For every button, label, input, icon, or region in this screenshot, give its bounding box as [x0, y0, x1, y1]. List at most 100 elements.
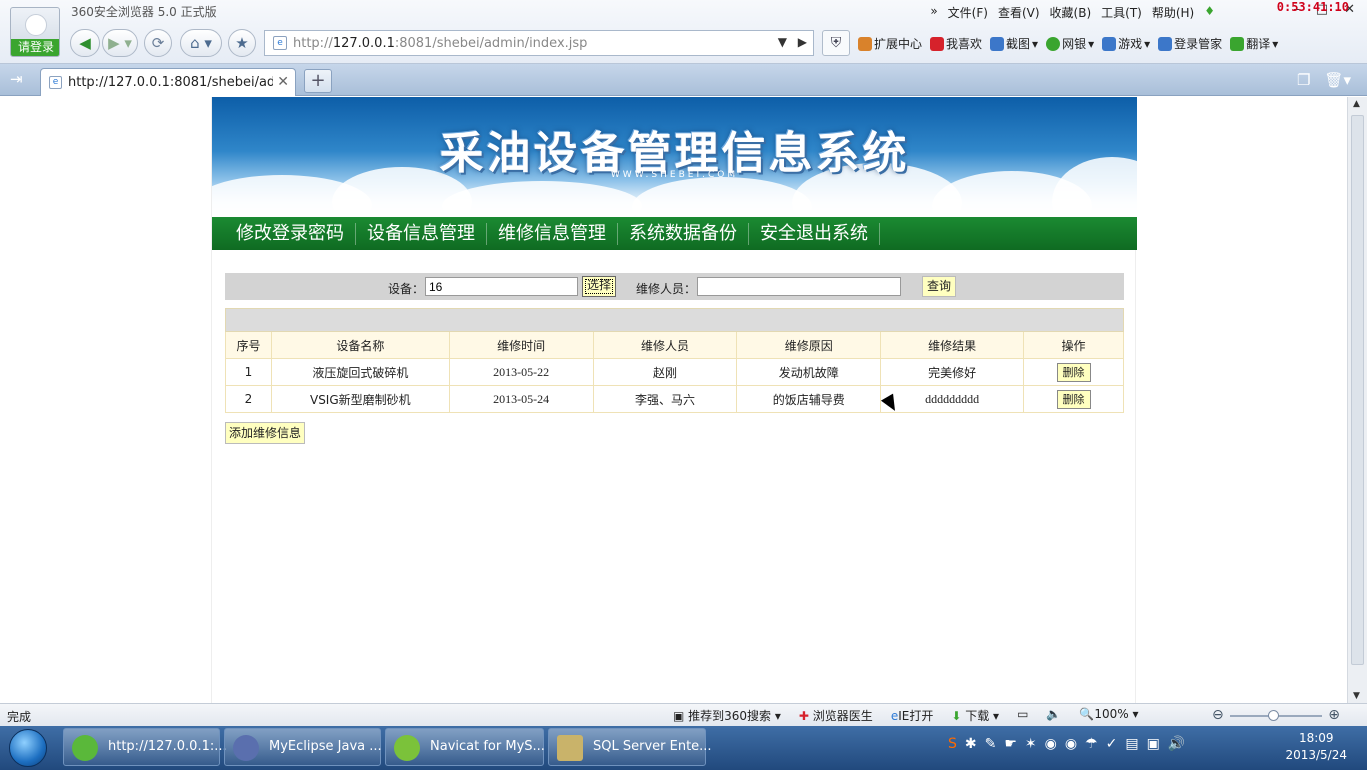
- address-bar[interactable]: e http://127.0.0.1:8081/shebei/admin/ind…: [264, 30, 814, 56]
- zoom-button[interactable]: 🔍100% ▾: [1079, 707, 1138, 724]
- chevron-down-icon[interactable]: ▼: [778, 35, 787, 49]
- tray-app-icon[interactable]: ☂: [1085, 736, 1098, 752]
- column-header: 维修人员: [592, 331, 738, 359]
- zoom-knob[interactable]: [1268, 710, 1279, 721]
- add-repair-button[interactable]: 添加维修信息: [225, 422, 305, 444]
- login-button[interactable]: 请登录: [11, 39, 59, 56]
- menu-help[interactable]: 帮助(H): [1152, 4, 1194, 21]
- nav-repair-management[interactable]: 维修信息管理: [487, 222, 618, 245]
- scroll-down-icon[interactable]: ▼: [1353, 691, 1360, 701]
- back-button[interactable]: ◀: [70, 29, 100, 57]
- nav-change-password[interactable]: 修改登录密码: [225, 222, 356, 245]
- avatar-icon: [25, 14, 47, 36]
- toolbar-link-translate[interactable]: 翻译 ▾: [1230, 35, 1278, 52]
- volume-icon[interactable]: 🔈: [1046, 707, 1061, 724]
- select-device-button[interactable]: 选择: [582, 276, 616, 297]
- sogou-icon[interactable]: S: [948, 736, 957, 752]
- menu-tools[interactable]: 工具(T): [1101, 4, 1142, 21]
- zoom-in-icon[interactable]: ⊕: [1328, 707, 1340, 723]
- home-button[interactable]: ⌂ ▾: [180, 29, 222, 57]
- user-avatar[interactable]: 请登录: [10, 7, 60, 57]
- toolbar-link-screenshot[interactable]: 截图 ▾: [990, 35, 1038, 52]
- zoom-slider[interactable]: ⊖ ⊕: [1212, 707, 1340, 723]
- delete-button[interactable]: 删除: [1056, 362, 1091, 382]
- toolbar-link-bank[interactable]: 网银 ▾: [1046, 35, 1094, 52]
- restore-tabs-icon[interactable]: ❐: [1297, 71, 1310, 89]
- vertical-scrollbar[interactable]: ▲ ▼: [1347, 97, 1367, 703]
- taskbar-item-navicat[interactable]: Navicat for MyS...: [385, 728, 545, 766]
- tray-app-icon[interactable]: ◉: [1045, 736, 1057, 752]
- clock[interactable]: 18:09 2013/5/24: [1285, 730, 1347, 764]
- sidebar-toggle-icon[interactable]: ⇥: [10, 70, 23, 88]
- taskbar-item-sqlserver[interactable]: SQL Server Ente...: [548, 728, 712, 766]
- main-nav: 修改登录密码 设备信息管理 维修信息管理 系统数据备份 安全退出系统: [212, 217, 1137, 250]
- translate-icon: [1230, 36, 1245, 51]
- device-input[interactable]: [425, 277, 578, 296]
- status-bar: 完成 ▣ 推荐到360搜索 ▾ ✚ 浏览器医生 eIE打开 ⬇ 下载 ▾ ▭ 🔈…: [0, 703, 1367, 726]
- new-tab-button[interactable]: +: [304, 69, 332, 93]
- tray-app-icon[interactable]: ☛: [1004, 736, 1017, 752]
- query-button[interactable]: 查询: [922, 276, 956, 297]
- star-icon: ★: [235, 34, 249, 52]
- go-icon[interactable]: ▶: [798, 35, 807, 49]
- tab-current[interactable]: e http://127.0.0.1:8081/shebei/admi... ✕: [40, 68, 296, 96]
- close-icon[interactable]: ✕: [277, 74, 289, 90]
- system-tray: S ✱ ✎ ☛ ✶ ◉ ◉ ☂ ✓ ▤ ▣ 🔊: [948, 736, 1185, 752]
- tray-app-icon[interactable]: ✎: [985, 736, 997, 752]
- menu-file[interactable]: 文件(F): [948, 4, 988, 21]
- toolbar-link-label: 截图: [1006, 37, 1031, 51]
- tray-app-icon[interactable]: ✓: [1106, 736, 1118, 752]
- start-button[interactable]: [9, 729, 47, 767]
- browser-doctor-button[interactable]: ✚ 浏览器医生: [799, 707, 873, 724]
- page-icon: e: [273, 36, 287, 50]
- magnifier-icon: 🔍: [1079, 707, 1095, 721]
- trash-icon[interactable]: 🗑▾: [1324, 71, 1351, 89]
- address-text[interactable]: http://127.0.0.1:8081/shebei/admin/index…: [293, 36, 587, 51]
- menu-more-icon[interactable]: »: [930, 4, 937, 21]
- scroll-thumb[interactable]: [1351, 115, 1364, 665]
- tray-app-icon[interactable]: ✱: [965, 736, 977, 752]
- cell-person: 李强、马六: [592, 385, 738, 413]
- browser-title: 360安全浏览器 5.0 正式版: [71, 5, 217, 19]
- recommend-360-button[interactable]: ▣ 推荐到360搜索 ▾: [673, 707, 781, 724]
- browser-menu-bar: » 文件(F) 查看(V) 收藏(B) 工具(T) 帮助(H) ♦: [930, 4, 1215, 21]
- skin-icon[interactable]: ♦: [1204, 4, 1215, 21]
- forward-button[interactable]: ▶ ▾: [102, 29, 138, 57]
- table-toolbar-row: [225, 308, 1124, 332]
- taskbar-item-myeclipse[interactable]: MyEclipse Java ...: [224, 728, 382, 766]
- toolbar-link-games[interactable]: 游戏 ▾: [1102, 35, 1150, 52]
- scroll-up-icon[interactable]: ▲: [1353, 99, 1360, 109]
- zoom-out-icon[interactable]: ⊖: [1212, 707, 1224, 723]
- tray-app-icon[interactable]: ✶: [1025, 736, 1037, 752]
- bank-icon: [1046, 36, 1061, 51]
- tray-app-icon[interactable]: ◉: [1065, 736, 1077, 752]
- table-row: 2 VSIG新型磨制砂机 2013-05-24 李强、马六 的饭店辅导费 ddd…: [225, 385, 1124, 413]
- status-tool-label: 下载: [965, 709, 990, 723]
- toolbar-link-extensions[interactable]: 扩展中心: [858, 35, 922, 52]
- nav-data-backup[interactable]: 系统数据备份: [618, 222, 749, 245]
- toolbar-link-login-manager[interactable]: 登录管家: [1158, 35, 1222, 52]
- address-path: :8081/shebei/admin/index.jsp: [394, 36, 588, 51]
- volume-icon[interactable]: 🔊: [1168, 736, 1185, 752]
- repair-person-input[interactable]: [697, 277, 901, 296]
- download-button[interactable]: ⬇ 下载 ▾: [951, 707, 999, 724]
- tray-app-icon[interactable]: ▤: [1125, 736, 1138, 752]
- ie-open-button[interactable]: eIE打开: [891, 707, 934, 724]
- menu-view[interactable]: 查看(V): [998, 4, 1040, 21]
- nav-device-management[interactable]: 设备信息管理: [356, 222, 487, 245]
- home-icon: ⌂ ▾: [190, 34, 212, 52]
- network-icon[interactable]: ▣: [1147, 736, 1160, 752]
- column-header: 设备名称: [270, 331, 450, 359]
- shield-icon[interactable]: ⛨: [822, 30, 850, 56]
- delete-button[interactable]: 删除: [1056, 389, 1091, 409]
- favorite-button[interactable]: ★: [228, 29, 256, 57]
- column-header: 维修结果: [880, 331, 1025, 359]
- cell-result: ddddddddd: [880, 385, 1025, 413]
- cell-no: 2: [225, 385, 272, 413]
- nav-logout[interactable]: 安全退出系统: [749, 222, 880, 245]
- window-icon[interactable]: ▭: [1017, 707, 1028, 724]
- toolbar-link-like[interactable]: 我喜欢: [930, 35, 982, 52]
- menu-favorites[interactable]: 收藏(B): [1050, 4, 1092, 21]
- taskbar-item-browser[interactable]: http://127.0.0.1:...: [63, 728, 227, 766]
- refresh-button[interactable]: ⟳: [144, 29, 172, 57]
